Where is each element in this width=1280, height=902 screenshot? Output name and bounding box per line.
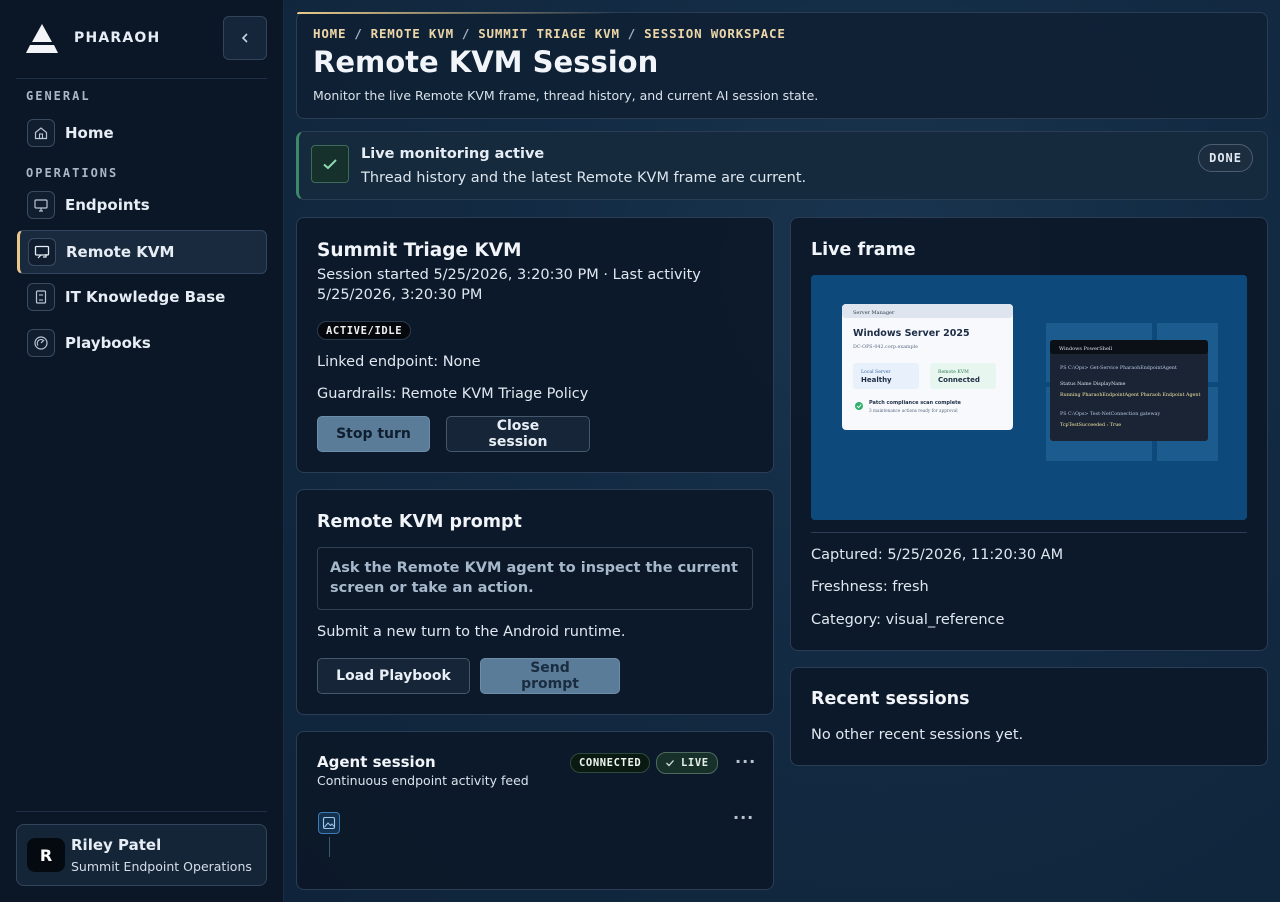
live-frame-screenshot[interactable]: Server Manager Windows Server 2025 DC-OP… bbox=[811, 275, 1247, 520]
sidebar-item-remote-kvm[interactable]: Remote KVM bbox=[17, 230, 267, 274]
sidebar-item-label: Playbooks bbox=[65, 334, 151, 352]
breadcrumb: HOME / REMOTE KVM / SUMMIT TRIAGE KVM / … bbox=[313, 26, 786, 41]
check-icon bbox=[311, 145, 349, 183]
session-status-badge: ACTIVE/IDLE bbox=[317, 321, 412, 340]
user-name: Riley Patel bbox=[71, 836, 162, 854]
terminal-line: PS C:\Ops> Get-Service PharaohEndpointAg… bbox=[1060, 365, 1177, 371]
prompt-card: Remote KVM prompt Ask the Remote KVM age… bbox=[296, 489, 774, 715]
remote-kvm-label: Remote KVM bbox=[938, 369, 969, 375]
alert-title: Live monitoring active bbox=[361, 146, 545, 162]
timeline-connector bbox=[329, 837, 330, 857]
monitor-icon bbox=[27, 191, 55, 219]
prompt-title: Remote KVM prompt bbox=[317, 512, 522, 532]
frame-freshness: Freshness: fresh bbox=[811, 579, 929, 595]
breadcrumb-item-home[interactable]: HOME bbox=[313, 26, 346, 41]
sidebar-item-playbooks[interactable]: Playbooks bbox=[17, 321, 267, 365]
sidebar-divider bbox=[16, 78, 267, 79]
remote-screen-icon bbox=[28, 238, 56, 266]
patch-status-subtitle: 3 maintenance actions ready for approval bbox=[869, 408, 958, 413]
server-host: DC-OPS-042.corp.example bbox=[853, 344, 918, 350]
agent-more-button[interactable]: ··· bbox=[735, 752, 756, 771]
stop-turn-button[interactable]: Stop turn bbox=[317, 416, 430, 452]
server-os-heading: Windows Server 2025 bbox=[853, 328, 970, 339]
live-frame-card: Live frame Server Manager Windows Server… bbox=[790, 217, 1268, 651]
avatar: R bbox=[27, 838, 65, 872]
session-started-line-2: 5/25/2026, 3:20:30 PM bbox=[317, 287, 483, 303]
breadcrumb-item-workspace: SESSION WORKSPACE bbox=[644, 26, 786, 41]
section-label-general: GENERAL bbox=[26, 89, 91, 103]
monitoring-alert: Live monitoring active Thread history an… bbox=[296, 131, 1268, 200]
page-header: HOME / REMOTE KVM / SUMMIT TRIAGE KVM / … bbox=[296, 12, 1268, 119]
live-badge: LIVE bbox=[656, 752, 718, 774]
breadcrumb-item-session[interactable]: SUMMIT TRIAGE KVM bbox=[478, 26, 620, 41]
terminal-line: Running PharaohEndpointAgent Pharaoh End… bbox=[1060, 392, 1200, 398]
sidebar-item-label: Home bbox=[65, 124, 114, 142]
captured-time: Captured: 5/25/2026, 11:20:30 AM bbox=[811, 547, 1064, 563]
brand[interactable]: PHARAOH bbox=[24, 22, 160, 54]
chevron-left-icon bbox=[241, 33, 248, 43]
remote-kvm-value: Connected bbox=[938, 376, 980, 384]
local-server-label: Local Server bbox=[861, 369, 891, 375]
user-org: Summit Endpoint Operations bbox=[71, 859, 252, 874]
check-icon bbox=[666, 760, 674, 767]
send-prompt-button[interactable]: Send prompt bbox=[480, 658, 620, 694]
powershell-title: Windows PowerShell bbox=[1059, 346, 1113, 352]
image-icon[interactable] bbox=[318, 812, 340, 834]
breadcrumb-separator: / bbox=[627, 26, 637, 41]
main-content: HOME / REMOTE KVM / SUMMIT TRIAGE KVM / … bbox=[284, 0, 1280, 902]
section-label-operations: OPERATIONS bbox=[26, 166, 119, 180]
linked-endpoint: Linked endpoint: None bbox=[317, 354, 481, 370]
agent-subtitle: Continuous endpoint activity feed bbox=[317, 773, 529, 788]
agent-title: Agent session bbox=[317, 753, 436, 771]
agent-session-card: Agent session Continuous endpoint activi… bbox=[296, 731, 774, 890]
pyramid-logo-icon bbox=[26, 24, 58, 53]
session-started-line-1: Session started 5/25/2026, 3:20:30 PM · … bbox=[317, 267, 701, 283]
terminal-line: TcpTestSucceeded : True bbox=[1060, 422, 1121, 428]
sidebar-item-home[interactable]: Home bbox=[17, 111, 267, 155]
sidebar-item-label: IT Knowledge Base bbox=[65, 288, 226, 306]
local-server-value: Healthy bbox=[861, 376, 892, 384]
sidebar: PHARAOH GENERAL Home OPERATIONS Endpoint… bbox=[0, 0, 284, 902]
gauge-icon bbox=[27, 329, 55, 357]
session-title: Summit Triage KVM bbox=[317, 240, 522, 261]
breadcrumb-separator: / bbox=[461, 26, 471, 41]
home-icon bbox=[27, 119, 55, 147]
sidebar-item-endpoints[interactable]: Endpoints bbox=[17, 183, 267, 227]
server-manager-title: Server Manager bbox=[853, 310, 895, 316]
breadcrumb-separator: / bbox=[354, 26, 363, 41]
recent-sessions-title: Recent sessions bbox=[811, 689, 970, 709]
alert-text: Thread history and the latest Remote KVM… bbox=[361, 170, 807, 186]
load-playbook-button[interactable]: Load Playbook bbox=[317, 658, 470, 694]
collapse-sidebar-button[interactable] bbox=[223, 16, 267, 60]
sidebar-item-label: Endpoints bbox=[65, 196, 150, 214]
remote-desktop-image: Server Manager Windows Server 2025 DC-OP… bbox=[811, 275, 1247, 520]
terminal-line: PS C:\Ops> Test-NetConnection gateway bbox=[1060, 411, 1160, 417]
book-icon bbox=[27, 283, 55, 311]
connected-badge: CONNECTED bbox=[570, 753, 651, 773]
prompt-hint: Submit a new turn to the Android runtime… bbox=[317, 624, 626, 640]
live-frame-title: Live frame bbox=[811, 240, 916, 260]
live-badge-label: LIVE bbox=[681, 757, 709, 769]
recent-sessions-empty: No other recent sessions yet. bbox=[811, 727, 1024, 743]
page-title: Remote KVM Session bbox=[313, 45, 659, 79]
page-subtitle: Monitor the live Remote KVM frame, threa… bbox=[313, 88, 819, 103]
prompt-input[interactable]: Ask the Remote KVM agent to inspect the … bbox=[317, 547, 753, 610]
user-card[interactable]: R Riley Patel Summit Endpoint Operations bbox=[16, 824, 267, 886]
patch-status-title: Patch compliance scan complete bbox=[869, 400, 962, 406]
event-more-button[interactable]: ··· bbox=[733, 808, 754, 827]
breadcrumb-item-remote-kvm[interactable]: REMOTE KVM bbox=[371, 26, 454, 41]
brand-name: PHARAOH bbox=[74, 30, 161, 46]
session-card: Summit Triage KVM Session started 5/25/2… bbox=[296, 217, 774, 473]
sidebar-divider bbox=[16, 811, 267, 812]
close-session-button[interactable]: Close session bbox=[446, 416, 590, 452]
recent-sessions-card: Recent sessions No other recent sessions… bbox=[790, 667, 1268, 766]
sidebar-item-label: Remote KVM bbox=[66, 243, 175, 261]
frame-category: Category: visual_reference bbox=[811, 612, 1005, 628]
terminal-line: Status Name DisplayName bbox=[1060, 381, 1126, 387]
frame-divider bbox=[811, 532, 1247, 533]
sidebar-item-it-knowledge-base[interactable]: IT Knowledge Base bbox=[17, 275, 267, 319]
status-badge: DONE bbox=[1198, 144, 1253, 172]
guardrails: Guardrails: Remote KVM Triage Policy bbox=[317, 386, 589, 402]
